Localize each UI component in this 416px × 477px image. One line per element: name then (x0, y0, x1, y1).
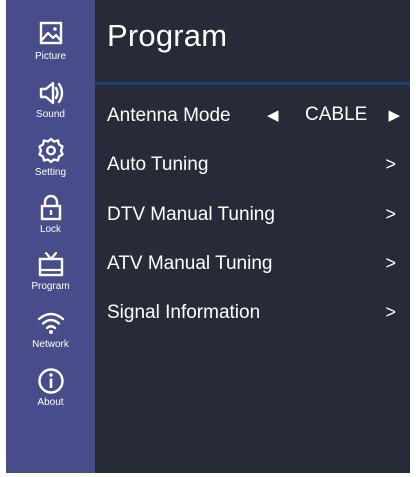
sidebar-item-picture[interactable]: Picture (6, 20, 95, 74)
row-label: ATV Manual Tuning (107, 253, 273, 274)
chevron-right-icon: > (385, 253, 396, 273)
menu-row-antenna-mode[interactable]: Antenna Mode ◀ CABLE ▶ (95, 93, 410, 139)
sidebar-item-label: Lock (39, 224, 62, 235)
chevron-right-icon: > (385, 302, 396, 322)
picture-icon (36, 20, 66, 50)
program-panel: Program Antenna Mode ◀ CABLE ▶ Auto Tuni… (95, 0, 410, 473)
sidebar-item-label: About (37, 397, 64, 408)
wifi-icon (36, 308, 66, 338)
row-label: Auto Tuning (107, 154, 209, 175)
menu-row-signal-information[interactable]: Signal Information > (95, 290, 410, 336)
sidebar: Picture Sound Setting Lock Program Netwo… (6, 0, 95, 473)
sidebar-item-setting[interactable]: Setting (6, 136, 95, 190)
sidebar-item-label: Network (32, 339, 69, 350)
sidebar-item-label: Setting (34, 167, 67, 178)
sidebar-item-label: Picture (34, 51, 67, 62)
left-arrow-icon[interactable]: ◀ (267, 106, 279, 124)
menu-row-auto-tuning[interactable]: Auto Tuning > (95, 142, 410, 188)
sidebar-item-program[interactable]: Program (6, 250, 95, 304)
tv-icon (36, 250, 66, 280)
sidebar-item-sound[interactable]: Sound (6, 78, 95, 132)
menu-row-dtv-manual-tuning[interactable]: DTV Manual Tuning > (95, 192, 410, 238)
gear-icon (36, 136, 66, 166)
row-label: DTV Manual Tuning (107, 204, 275, 225)
row-label: Signal Information (107, 302, 261, 323)
row-label: Antenna Mode (107, 105, 231, 126)
chevron-right-icon: > (385, 204, 396, 224)
tv-menu-screen: Picture Sound Setting Lock Program Netwo… (6, 0, 410, 473)
menu-row-atv-manual-tuning[interactable]: ATV Manual Tuning > (95, 241, 410, 287)
page-title: Program (107, 18, 228, 53)
antenna-mode-value: CABLE (305, 104, 368, 125)
sidebar-item-about[interactable]: About (6, 366, 95, 420)
sidebar-item-network[interactable]: Network (6, 308, 95, 362)
title-divider (95, 82, 410, 85)
sidebar-item-lock[interactable]: Lock (6, 193, 95, 247)
speaker-icon (36, 78, 66, 108)
chevron-right-icon: > (385, 154, 396, 174)
sidebar-item-label: Program (31, 281, 70, 292)
lock-icon (36, 193, 66, 223)
sidebar-item-label: Sound (36, 109, 65, 120)
info-icon (36, 366, 66, 396)
right-arrow-icon[interactable]: ▶ (388, 106, 400, 124)
